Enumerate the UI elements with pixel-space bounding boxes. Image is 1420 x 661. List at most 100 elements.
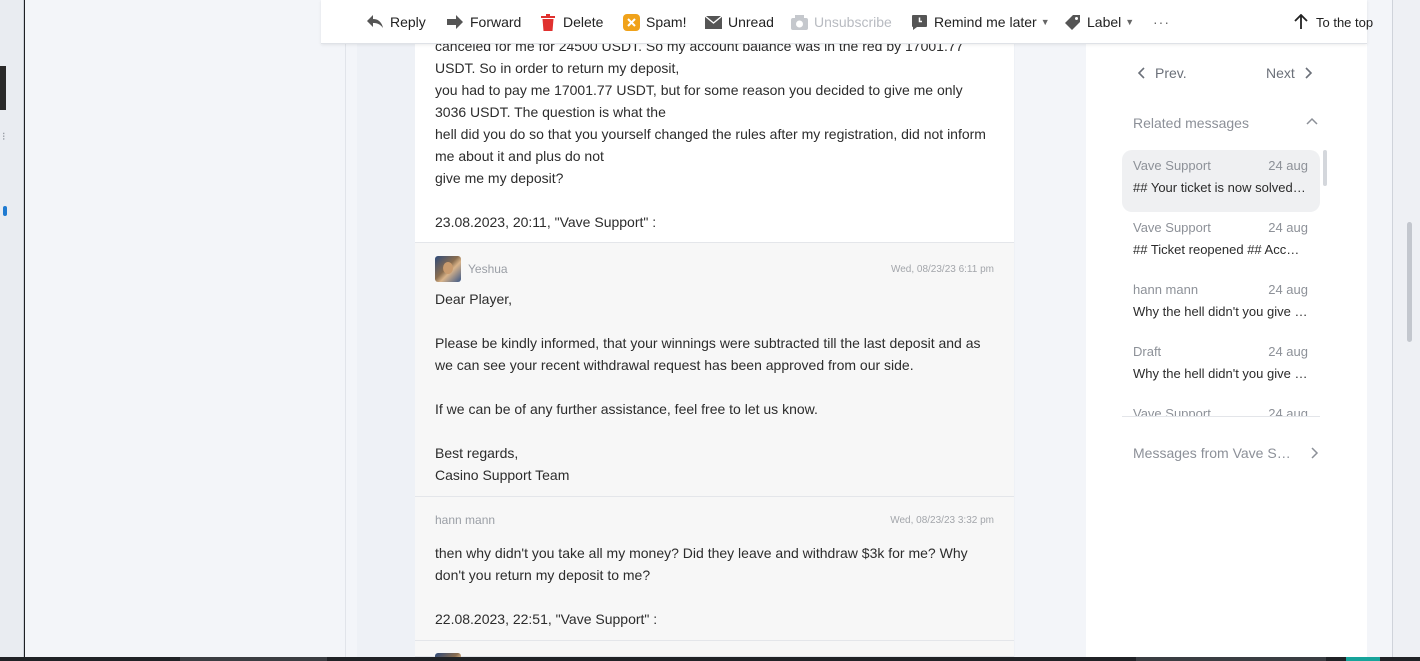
message-toolbar: Reply Forward Delete Spam! Unread Unsubs… xyxy=(321,0,1373,44)
forward-label: Forward xyxy=(470,14,522,30)
quoted-line: hell did you do so that you yourself cha… xyxy=(435,126,986,142)
avatar xyxy=(435,256,461,282)
taskbar-segment xyxy=(180,657,327,661)
message-line xyxy=(435,310,996,332)
label-button[interactable]: Label ▼ xyxy=(1062,0,1134,44)
related-subject: ## Your ticket is now solved… xyxy=(1133,180,1306,195)
prev-label: Prev. xyxy=(1155,65,1187,81)
message-hann-mann: hann mann Wed, 08/23/23 3:32 pm then why… xyxy=(415,497,1014,641)
messages-from-label: Messages from Vave Su… xyxy=(1133,445,1293,461)
related-message-item[interactable]: Vave Support 24 aug ## Your ticket is no… xyxy=(1122,150,1320,212)
quoted-line xyxy=(435,189,996,211)
tag-icon xyxy=(1062,12,1082,32)
message-sender: hann mann xyxy=(435,513,496,527)
related-date: 24 aug xyxy=(1268,406,1308,417)
next-label: Next xyxy=(1266,65,1295,81)
unread-button[interactable]: Unread xyxy=(703,0,774,44)
more-icon: ··· xyxy=(1153,14,1170,30)
related-date: 24 aug xyxy=(1268,220,1308,235)
quoted-line: give me my deposit? xyxy=(435,170,564,186)
related-message-item[interactable]: Vave Support 24 aug xyxy=(1122,398,1320,417)
related-subject: Why the hell didn't you give … xyxy=(1133,366,1308,381)
related-message-item[interactable]: Draft 24 aug Why the hell didn't you giv… xyxy=(1122,336,1320,398)
chevron-down-icon: ▼ xyxy=(1040,17,1050,27)
message-date: Wed, 08/23/23 6:11 pm xyxy=(890,264,994,275)
reply-icon xyxy=(365,12,385,32)
reply-label: Reply xyxy=(390,14,426,30)
desktop-strip xyxy=(0,66,6,110)
spam-icon xyxy=(621,12,641,32)
message-line: If we can be of any further assistance, … xyxy=(435,401,818,417)
quoted-line: me about it and plus do not xyxy=(435,148,604,164)
message-line: don't you return my deposit to me? xyxy=(435,567,651,583)
related-date: 24 aug xyxy=(1268,344,1308,359)
window-right-edge xyxy=(1392,0,1420,661)
label-label: Label xyxy=(1087,14,1122,30)
arrow-up-icon xyxy=(1291,12,1311,32)
forward-icon xyxy=(445,12,465,32)
delete-button[interactable]: Delete xyxy=(538,0,603,44)
taskbar-app-indicator xyxy=(1346,657,1380,661)
remind-later-label: Remind me later xyxy=(934,14,1037,30)
message-line: 22.08.2023, 22:51, "Vave Support" : xyxy=(435,611,658,627)
unsubscribe-button[interactable]: Unsubscribe xyxy=(789,0,892,44)
message-line: we can see your recent withdrawal reques… xyxy=(435,357,914,373)
related-subject: ## Ticket reopened ## Acc… xyxy=(1133,242,1300,257)
related-messages-title[interactable]: Related messages xyxy=(1133,115,1249,131)
reply-button[interactable]: Reply xyxy=(365,0,426,44)
related-list-scrollbar[interactable] xyxy=(1323,150,1327,186)
desktop-left-edge: ⁝ xyxy=(0,0,24,661)
remind-later-button[interactable]: Remind me later ▼ xyxy=(909,0,1050,44)
message-line xyxy=(435,376,996,398)
mail-left-gutter xyxy=(25,0,346,657)
to-top-button[interactable]: To the top xyxy=(1291,0,1373,44)
chevron-left-icon xyxy=(1137,67,1145,79)
related-messages-list: Vave Support 24 aug ## Your ticket is no… xyxy=(1122,150,1320,417)
message-date: Wed, 08/23/23 3:32 pm xyxy=(890,515,994,526)
taskbar-segment xyxy=(1136,657,1326,661)
window-scrollbar[interactable] xyxy=(1407,222,1412,342)
spam-label: Spam! xyxy=(646,14,687,30)
quoted-line: USDT. So in order to return my deposit, xyxy=(435,60,680,76)
desktop-glyph: ⁝ xyxy=(2,131,6,143)
quoted-line: 23.08.2023, 20:11, "Vave Support" : xyxy=(435,214,657,230)
quoted-line: you had to pay me 17001.77 USDT, but for… xyxy=(435,82,963,98)
related-message-item[interactable]: Vave Support 24 aug ## Ticket reopened #… xyxy=(1122,212,1320,274)
taskbar-edge xyxy=(0,657,1420,661)
message-line: Dear Player, xyxy=(435,291,513,307)
messages-from-sender-link[interactable]: Messages from Vave Su… xyxy=(1133,445,1319,461)
message-next xyxy=(415,641,1014,661)
message-line xyxy=(435,586,996,608)
message-line: then why didn't you take all my money? D… xyxy=(435,545,968,561)
envelope-icon xyxy=(703,12,723,32)
chevron-right-icon xyxy=(1305,67,1313,79)
unsubscribe-icon xyxy=(789,12,809,32)
forward-button[interactable]: Forward xyxy=(445,0,521,44)
delete-label: Delete xyxy=(563,14,604,30)
message-sender: Yeshua xyxy=(468,262,508,276)
related-message-item[interactable]: hann mann 24 aug Why the hell didn't you… xyxy=(1122,274,1320,336)
prev-message-button[interactable]: Prev. xyxy=(1137,65,1187,81)
clock-bubble-icon xyxy=(909,12,929,32)
quoted-message-body: canceled for me for 24500 USDT. So my ac… xyxy=(415,34,1014,243)
related-subject: Why the hell didn't you give … xyxy=(1133,304,1308,319)
trash-icon xyxy=(538,12,558,32)
unread-label: Unread xyxy=(728,14,774,30)
unsubscribe-label: Unsubscribe xyxy=(814,14,892,30)
spam-button[interactable]: Spam! xyxy=(621,0,686,44)
more-actions-button[interactable]: ··· xyxy=(1153,0,1170,44)
related-date: 24 aug xyxy=(1268,158,1308,173)
quoted-line: 3036 USDT. The question is what the xyxy=(435,104,666,120)
message-line: Best regards, xyxy=(435,445,519,461)
message-yeshua: Yeshua Wed, 08/23/23 6:11 pm Dear Player… xyxy=(415,243,1014,497)
message-line xyxy=(435,420,996,442)
related-date: 24 aug xyxy=(1268,282,1308,297)
chevron-up-icon[interactable] xyxy=(1305,114,1319,128)
message-line: Casino Support Team xyxy=(435,467,570,483)
message-line: Please be kindly informed, that your win… xyxy=(435,335,981,351)
to-top-label: To the top xyxy=(1316,14,1374,30)
next-message-button[interactable]: Next xyxy=(1266,65,1313,81)
desktop-indicator xyxy=(3,206,7,216)
chevron-right-icon xyxy=(1311,447,1319,459)
chevron-down-icon: ▼ xyxy=(1125,17,1135,27)
